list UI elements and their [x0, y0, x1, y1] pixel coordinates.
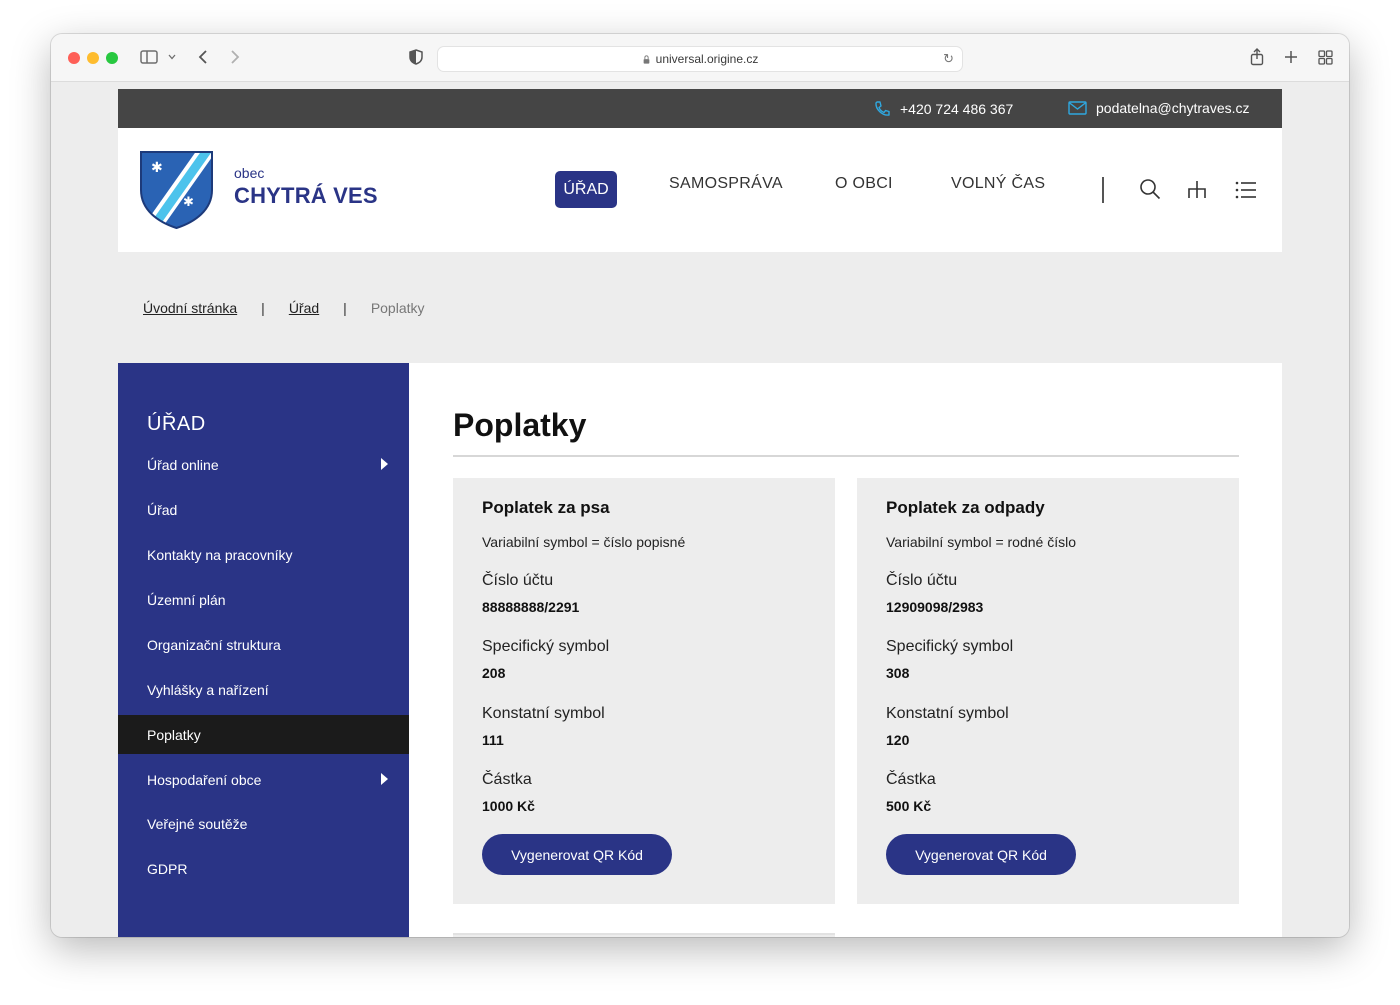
search-icon[interactable]: [1139, 178, 1161, 200]
specific-symbol-value: 208: [482, 665, 506, 681]
specific-symbol-label: Specifický symbol: [886, 638, 1014, 655]
sidebar-item-poplatky[interactable]: Poplatky: [118, 715, 409, 754]
title-divider: [453, 455, 1239, 457]
privacy-shield-icon[interactable]: [407, 46, 425, 68]
amount-label: Částka: [482, 771, 532, 788]
specific-symbol-label: Specifický symbol: [482, 638, 610, 655]
phone-link[interactable]: +420 724 486 367: [873, 100, 1013, 118]
lock-icon: [643, 54, 650, 64]
account-label: Číslo účtu: [482, 572, 554, 589]
amount-value: 1000 Kč: [482, 798, 535, 814]
email-text: podatelna@chytraves.cz: [1096, 100, 1250, 116]
sidebar-item-urad[interactable]: Úřad: [118, 490, 409, 529]
sidebar-item-kontakty[interactable]: Kontakty na pracovníky: [118, 535, 409, 574]
breadcrumb: Úvodní stránka | Úřad | Poplatky: [143, 300, 425, 316]
expand-arrow-icon[interactable]: [381, 773, 388, 785]
sidebar-item-label: Úřad online: [147, 456, 219, 473]
sidebar-item-organizacni-struktura[interactable]: Organizační struktura: [118, 625, 409, 664]
chevron-down-icon[interactable]: [166, 46, 178, 68]
account-value: 12909098/2983: [886, 599, 984, 615]
fee-card-waste: Poplatek za odpady Variabilní symbol = r…: [857, 478, 1239, 904]
sidebar-item-vyhlasky[interactable]: Vyhlášky a nařízení: [118, 670, 409, 709]
page-viewport: +420 724 486 367 podatelna@chytraves.cz …: [51, 83, 1349, 937]
address-bar[interactable]: universal.origine.cz ↻: [437, 46, 963, 72]
amount-label: Částka: [886, 771, 936, 788]
zoom-window-button[interactable]: [106, 52, 118, 64]
account-value: 88888888/2291: [482, 599, 580, 615]
back-icon[interactable]: [195, 46, 211, 68]
sitemap-icon[interactable]: [1187, 180, 1207, 200]
sidebar-item-label: Poplatky: [147, 726, 201, 743]
sidebar-item-label: Kontakty na pracovníky: [147, 546, 293, 563]
nav-item-samosprava[interactable]: SAMOSPRÁVA: [669, 175, 783, 193]
svg-text:✱: ✱: [151, 160, 163, 176]
breadcrumb-home-link[interactable]: Úvodní stránka: [143, 300, 237, 316]
main-content: Poplatky Poplatek za psa Variabilní symb…: [409, 363, 1282, 937]
forward-icon[interactable]: [227, 46, 243, 68]
sidebar-item-uzemni-plan[interactable]: Územní plán: [118, 580, 409, 619]
page-title: Poplatky: [453, 407, 587, 443]
sidebar-item-urad-online[interactable]: Úřad online: [118, 445, 409, 484]
sidebar-toggle-icon[interactable]: [139, 46, 159, 68]
sidebar-item-label: Úřad: [147, 501, 178, 518]
constant-symbol-value: 120: [886, 732, 910, 748]
url-text: universal.origine.cz: [655, 52, 759, 66]
fee-card-title: Poplatek za odpady: [886, 498, 1045, 517]
svg-text:✱: ✱: [183, 195, 194, 210]
section-sidebar: ÚŘAD Úřad online Úřad Kontakty na pracov…: [118, 363, 409, 937]
share-icon[interactable]: [1248, 46, 1266, 68]
fee-card-dog: Poplatek za psa Variabilní symbol = čísl…: [453, 478, 835, 904]
sidebar-item-label: Hospodaření obce: [147, 771, 262, 788]
constant-symbol-value: 111: [482, 732, 504, 748]
generate-qr-button[interactable]: Vygenerovat QR Kód: [482, 834, 672, 875]
expand-arrow-icon[interactable]: [381, 458, 388, 470]
specific-symbol-value: 308: [886, 665, 910, 681]
browser-window: universal.origine.cz ↻ +420 724 486 367 …: [51, 34, 1349, 937]
tab-overview-icon[interactable]: [1316, 46, 1334, 68]
generate-qr-button[interactable]: Vygenerovat QR Kód: [886, 834, 1076, 875]
menu-list-icon[interactable]: [1235, 181, 1257, 199]
mail-icon: [1068, 101, 1087, 115]
phone-icon: [875, 101, 890, 116]
sidebar-item-label: Územní plán: [147, 591, 226, 608]
sidebar-item-hospodareni[interactable]: Hospodaření obce: [118, 760, 409, 799]
breadcrumb-parent-link[interactable]: Úřad: [289, 300, 319, 316]
variable-symbol-note: Variabilní symbol = číslo popisné: [482, 534, 686, 550]
contact-bar: +420 724 486 367 podatelna@chytraves.cz: [118, 89, 1282, 128]
sidebar-item-label: Organizační struktura: [147, 636, 281, 653]
brand-name[interactable]: CHYTRÁ VES: [234, 183, 378, 209]
phone-text: +420 724 486 367: [900, 101, 1014, 117]
close-window-button[interactable]: [68, 52, 80, 64]
amount-value: 500 Kč: [886, 798, 932, 814]
minimize-window-button[interactable]: [87, 52, 99, 64]
sidebar-item-label: Veřejné soutěže: [147, 815, 248, 832]
nav-item-urad[interactable]: ÚŘAD: [555, 171, 617, 208]
breadcrumb-separator: |: [343, 300, 347, 316]
nav-item-volny-cas[interactable]: VOLNÝ ČAS: [951, 175, 1045, 193]
new-tab-icon[interactable]: [1282, 46, 1300, 68]
breadcrumb-separator: |: [261, 300, 265, 316]
variable-symbol-note: Variabilní symbol = rodné číslo: [886, 534, 1076, 550]
fee-card-title: Poplatek za psa: [482, 498, 610, 517]
site-header: ✱ ✱ obec CHYTRÁ VES ÚŘAD SAMOSPRÁVA O OB…: [118, 128, 1282, 252]
sidebar-item-verejne-souteze[interactable]: Veřejné soutěže: [118, 804, 409, 843]
reload-icon[interactable]: ↻: [943, 51, 954, 67]
account-label: Číslo účtu: [886, 572, 958, 589]
nav-divider: [1102, 177, 1104, 203]
sidebar-title: ÚŘAD: [147, 413, 206, 435]
constant-symbol-label: Konstatní symbol: [886, 705, 1009, 722]
browser-toolbar: universal.origine.cz ↻: [51, 34, 1349, 82]
sidebar-item-label: GDPR: [147, 860, 188, 877]
next-fee-card: [453, 933, 835, 937]
email-link[interactable]: podatelna@chytraves.cz: [1068, 100, 1250, 116]
brand-prefix: obec: [234, 165, 265, 181]
constant-symbol-label: Konstatní symbol: [482, 705, 605, 722]
sidebar-item-label: Vyhlášky a nařízení: [147, 681, 269, 698]
nav-item-o-obci[interactable]: O OBCI: [835, 175, 893, 193]
sidebar-item-gdpr[interactable]: GDPR: [118, 849, 409, 888]
village-coat-of-arms-logo[interactable]: ✱ ✱: [139, 150, 214, 230]
breadcrumb-current: Poplatky: [370, 300, 425, 316]
